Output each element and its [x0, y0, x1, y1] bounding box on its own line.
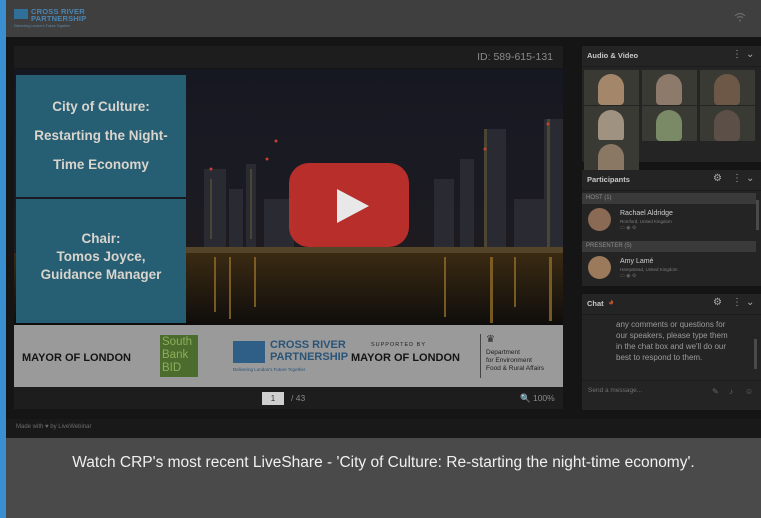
defra-line-2: for Environment [486, 357, 532, 364]
sbbid-line-1: South [162, 336, 193, 348]
avatar [588, 256, 611, 279]
slide-sponsor-strip: MAYOR OF LONDON South Bank BID CROSS RIV… [14, 325, 563, 387]
participants-header: Participants ⚙ ⋮ ⌄ [582, 170, 761, 191]
sbbid-line-3: BID [162, 362, 182, 374]
sbbid-line-2: Bank [162, 349, 189, 361]
attach-icon[interactable]: ✎ [712, 387, 719, 396]
crp-logo-line1: CROSS RIVER [270, 339, 346, 351]
slide-chair-line-1: Chair: [81, 231, 121, 246]
defra-divider [480, 334, 481, 378]
slide-chair-line-3: Guidance Manager [40, 267, 162, 282]
defra-line-3: Food & Rural Affairs [486, 365, 545, 372]
chevron-down-icon[interactable]: ⌄ [746, 49, 754, 60]
slide-title-line-1: City of Culture: [52, 99, 150, 114]
microphone-icon[interactable]: ♪ [729, 387, 733, 396]
crp-logo-mark-icon [233, 341, 265, 363]
mayor-of-london-logo: MAYOR OF LONDON [22, 352, 131, 364]
youtube-play-button[interactable] [289, 163, 409, 247]
participants-scrollbar[interactable] [756, 200, 759, 230]
slide-title-line-3: Time Economy [53, 157, 149, 172]
slide-pager: 1 / 43 🔍 100% [14, 387, 563, 409]
slide-title-box: City of Culture: Restarting the Night- T… [16, 75, 186, 197]
video-tile[interactable] [584, 106, 639, 141]
crp-logo-tagline: Delivering London's Future Together [233, 367, 306, 372]
webinar-footer: Made with ♥ by LiveWebinar [6, 419, 761, 438]
made-with-label: Made with ♥ by LiveWebinar [16, 424, 92, 430]
slide-title-line-2: Restarting the Night- [34, 128, 168, 143]
host-location: Romford, United Kingdom [620, 219, 672, 224]
participant-face [656, 110, 682, 141]
south-bank-bid-logo: South Bank BID [160, 335, 198, 377]
page-number-input[interactable]: 1 [262, 392, 284, 405]
zoom-icon: 🔍 [520, 393, 531, 403]
video-tile[interactable] [700, 70, 755, 105]
video-tile[interactable] [642, 70, 697, 105]
presenter-name: Amy Lamé [620, 258, 654, 265]
chat-panel: Chat ◕ ⚙ ⋮ ⌄ any comments or questions f… [582, 294, 761, 410]
chat-scrollbar[interactable] [754, 339, 757, 369]
video-caption: Watch CRP's most recent LiveShare - 'Cit… [6, 438, 761, 518]
participants-title: Participants [587, 175, 630, 184]
audio-video-header: Audio & Video ⋮ ⌄ [582, 46, 761, 67]
gear-icon[interactable]: ⚙ [713, 173, 722, 184]
avatar [588, 208, 611, 231]
presenter-section-header: PRESENTER (5) [582, 241, 756, 252]
participant-face [714, 74, 740, 105]
device-icons: ▭ ◉ ⚙ [620, 273, 637, 279]
audio-video-title: Audio & Video [587, 51, 639, 60]
emoji-icon[interactable]: ☺ [745, 387, 753, 396]
presentation-id-bar: ID: 589-615-131 [14, 46, 563, 68]
top-bar: CROSS RIVER PARTNERSHIP Delivering Londo… [6, 0, 761, 37]
more-options-icon[interactable]: ⋮ [732, 173, 742, 184]
royal-crest-icon: ♛ [486, 334, 495, 345]
participant-face [598, 74, 624, 105]
zoom-control[interactable]: 🔍 100% [520, 393, 555, 404]
chat-input[interactable]: Send a message... [588, 387, 642, 394]
mayor-of-london-logo-2: MAYOR OF LONDON [351, 352, 460, 364]
gear-icon[interactable]: ⚙ [713, 297, 722, 308]
chat-message: any comments or questions for our speake… [616, 320, 728, 362]
logo-mark-icon [14, 9, 28, 19]
chat-header: Chat ◕ ⚙ ⋮ ⌄ [582, 294, 761, 315]
cross-river-logo: CROSS RIVER PARTNERSHIP Delivering Londo… [14, 7, 104, 31]
presenter-location: Hampstead, United Kingdom [620, 267, 678, 272]
chevron-down-icon[interactable]: ⌄ [746, 297, 754, 308]
chat-title: Chat [587, 299, 604, 308]
video-tile[interactable] [700, 106, 755, 141]
page-total: / 43 [291, 393, 306, 403]
slide-chair-line-2: Tomos Joyce, [56, 249, 146, 264]
chat-divider [582, 380, 761, 381]
logo-line2: PARTNERSHIP [31, 14, 87, 23]
device-icons: ▭ ◉ ⚙ [620, 225, 637, 231]
video-tile[interactable] [642, 106, 697, 141]
logo-tagline: Delivering London's Future Together [14, 24, 71, 28]
participant-face [598, 110, 624, 141]
host-name: Rachael Aldridge [620, 210, 673, 217]
crp-logo-line2: PARTNERSHIP [270, 351, 349, 363]
wifi-icon [734, 12, 746, 25]
chat-brand-icon: ◕ [608, 297, 615, 308]
host-section-header: HOST (1) [582, 193, 756, 204]
defra-line-1: Department [486, 349, 520, 356]
participants-panel: Participants ⚙ ⋮ ⌄ HOST (1) Rachael Aldr… [582, 170, 761, 286]
more-options-icon[interactable]: ⋮ [732, 297, 742, 308]
presentation-id: ID: 589-615-131 [477, 51, 553, 63]
chevron-down-icon[interactable]: ⌄ [746, 173, 754, 184]
zoom-value: 100% [532, 393, 555, 403]
video-tile[interactable] [584, 70, 639, 105]
audio-video-panel: Audio & Video ⋮ ⌄ [582, 46, 761, 175]
participant-face [714, 110, 740, 141]
more-options-icon[interactable]: ⋮ [732, 49, 742, 60]
supported-by-label: SUPPORTED BY [371, 342, 426, 348]
slide-chair-box: Chair: Tomos Joyce, Guidance Manager [16, 199, 186, 323]
participant-face [656, 74, 682, 105]
